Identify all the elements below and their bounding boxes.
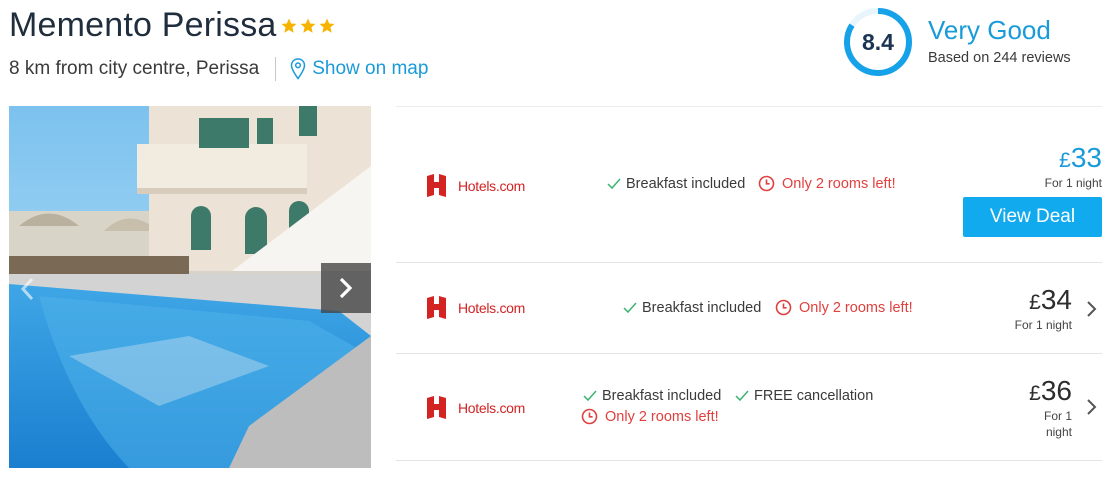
feature-breakfast: Breakfast included (623, 300, 761, 316)
urgency-label: Only 2 rooms left! (799, 299, 913, 316)
hotel-photo-image (9, 106, 371, 468)
deal-row: Hotels.com Breakfast included Only 2 roo… (396, 107, 1102, 263)
clock-icon (581, 408, 598, 425)
clock-icon (775, 299, 792, 316)
price-amount: 33 (1070, 142, 1102, 173)
per-night-line: night (1045, 425, 1072, 439)
per-night-label: For 1 night (1044, 408, 1072, 440)
provider-name: Hotels.com (458, 177, 526, 194)
star-rating (280, 17, 336, 37)
map-pin-icon (290, 58, 306, 80)
price: £34 (1029, 285, 1072, 315)
price-amount: 36 (1040, 375, 1072, 406)
chevron-right-icon (339, 277, 353, 299)
location-line: 8 km from city centre, Perissa Show on m… (9, 57, 428, 81)
review-count[interactable]: Based on 244 reviews (928, 50, 1071, 66)
feature-label: Breakfast included (626, 176, 746, 192)
checkmark-icon (607, 178, 621, 190)
hotels-com-logo-icon (427, 174, 446, 197)
price-amount: 34 (1040, 284, 1072, 315)
urgency-label: Only 2 rooms left! (605, 408, 719, 425)
feature-free-cancellation: FREE cancellation (735, 388, 873, 404)
feature-breakfast: Breakfast included (607, 176, 745, 192)
urgency-notice: Only 2 rooms left! (758, 175, 896, 192)
chevron-left-icon (20, 277, 34, 301)
provider-logo: Hotels.com (426, 395, 525, 420)
feature-label: Breakfast included (602, 388, 722, 404)
checkmark-icon (623, 302, 637, 314)
feature-label: Breakfast included (642, 300, 762, 316)
rating-label[interactable]: Very Good (928, 15, 1051, 46)
star-icon (281, 18, 297, 33)
hotel-photo[interactable] (9, 106, 371, 468)
deal-row[interactable]: Hotels.com Breakfast included FREE cance… (396, 354, 1102, 461)
price: £36 (1029, 376, 1072, 406)
urgency-notice: Only 2 rooms left! (581, 408, 719, 425)
currency-symbol: £ (1029, 291, 1041, 314)
hotels-com-logo-icon (427, 296, 446, 319)
checkmark-icon (735, 390, 749, 402)
star-icon (319, 18, 335, 33)
show-on-map-label: Show on map (312, 58, 429, 79)
urgency-notice: Only 2 rooms left! (775, 299, 913, 316)
hotels-com-logo-icon (427, 396, 446, 419)
hotel-name: Memento Perissa (9, 6, 277, 44)
currency-symbol: £ (1029, 382, 1041, 405)
checkmark-icon (583, 390, 597, 402)
provider-logo: Hotels.com (426, 173, 525, 198)
per-night-label: For 1 night (1014, 318, 1072, 332)
feature-label: FREE cancellation (754, 388, 874, 404)
photo-next-button[interactable] (321, 263, 371, 313)
clock-icon (758, 175, 775, 192)
show-on-map-link[interactable]: Show on map (290, 58, 428, 80)
photo-prev-button[interactable] (9, 265, 45, 313)
chevron-right-icon[interactable] (1086, 398, 1098, 416)
provider-name: Hotels.com (458, 299, 526, 316)
divider (275, 57, 277, 81)
provider-name: Hotels.com (458, 399, 526, 416)
urgency-label: Only 2 rooms left! (782, 175, 896, 192)
currency-symbol: £ (1059, 149, 1071, 172)
view-deal-button[interactable]: View Deal (963, 197, 1102, 237)
deal-row[interactable]: Hotels.com Breakfast included Only 2 roo… (396, 263, 1102, 354)
price: £33 (1059, 143, 1102, 173)
star-icon (300, 18, 316, 33)
chevron-right-icon[interactable] (1086, 300, 1098, 318)
per-night-line: For 1 (1043, 409, 1072, 423)
provider-logo: Hotels.com (426, 295, 525, 320)
rating-score: 8.4 (862, 28, 894, 55)
feature-breakfast: Breakfast included (583, 388, 721, 404)
distance-text: 8 km from city centre, Perissa (9, 58, 260, 79)
per-night-label: For 1 night (1044, 176, 1102, 190)
